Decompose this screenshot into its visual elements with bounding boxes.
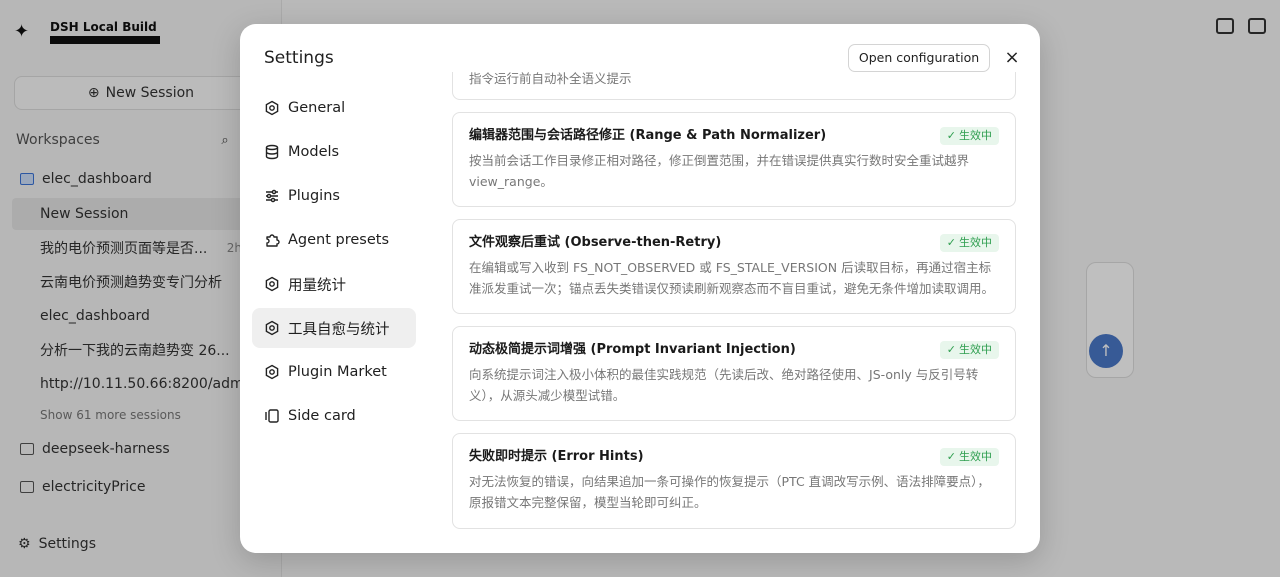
- check-icon: ✓: [946, 129, 956, 142]
- settings-menu-item[interactable]: Plugin Market: [252, 352, 416, 392]
- tool-card: 动态极简提示词增强 (Prompt Invariant Injection) ✓ 生…: [452, 326, 1016, 421]
- menu-item-label: Plugins: [288, 188, 340, 204]
- status-badge: ✓ 生效中: [939, 341, 999, 359]
- settings-menu-item[interactable]: 工具自愈与统计: [252, 308, 416, 348]
- partial-card-desc: 指令运行前自动补全语义提示: [469, 72, 632, 86]
- tool-card-title: 失败即时提示 (Error Hints): [469, 449, 644, 464]
- tool-card-desc: 向系统提示词注入极小体积的最佳实践规范（先读后改、绝对路径使用、JS-only …: [469, 367, 979, 403]
- status-badge: ✓ 生效中: [939, 127, 999, 145]
- tool-card-desc: 对无法恢复的错误，向结果追加一条可操作的恢复提示（PTC 直调改写示例、语法排障…: [469, 474, 990, 510]
- menu-item-label: Side card: [288, 408, 356, 424]
- check-icon: ✓: [946, 343, 956, 356]
- status-badge-label: 生效中: [959, 343, 992, 356]
- tool-card-title: 动态极简提示词增强 (Prompt Invariant Injection): [469, 342, 796, 357]
- settings-menu-item[interactable]: Side card: [252, 396, 416, 436]
- open-config-button[interactable]: Open configuration file: [848, 44, 990, 91]
- puzzle-icon: [264, 232, 280, 248]
- settings-menu-item[interactable]: Models: [252, 132, 416, 172]
- settings-menu-item[interactable]: General: [252, 88, 416, 128]
- settings-menu-item[interactable]: Plugins: [252, 176, 416, 216]
- status-badge-label: 生效中: [959, 236, 992, 249]
- gear-icon: [264, 364, 280, 380]
- status-badge-label: 生效中: [959, 450, 992, 463]
- settings-menu-item[interactable]: Agent presets: [252, 220, 416, 260]
- gear-icon: [264, 320, 280, 336]
- menu-item-label: 用量统计: [288, 277, 346, 294]
- tool-card-title: 编辑器范围与会话路径修正 (Range & Path Normalizer): [469, 128, 827, 143]
- settings-modal: Settings Open configuration file × Gener…: [240, 24, 1040, 553]
- sliders-icon: [264, 188, 280, 204]
- tool-card-desc: 在编辑或写入收到 FS_NOT_OBSERVED 或 FS_STALE_VERS…: [469, 260, 995, 296]
- check-icon: ✓: [946, 236, 956, 249]
- menu-item-label: 工具自愈与统计: [288, 321, 390, 338]
- status-badge: ✓ 生效中: [939, 448, 999, 466]
- menu-item-label: Agent presets: [288, 232, 390, 248]
- tool-card: 失败即时提示 (Error Hints) ✓ 生效中对无法恢复的错误，向结果追加一条…: [452, 433, 1016, 529]
- check-icon: ✓: [946, 450, 956, 463]
- settings-content[interactable]: 指令运行前自动补全语义提示 编辑器范围与会话路径修正 (Range & Path…: [452, 72, 1016, 553]
- gear-icon: [264, 100, 280, 116]
- menu-item-label: Models: [288, 144, 340, 160]
- gear-icon: [264, 276, 280, 292]
- database-icon: [264, 144, 280, 160]
- status-badge-label: 生效中: [959, 129, 992, 142]
- partial-card: 指令运行前自动补全语义提示: [452, 72, 1016, 100]
- tool-card-title: 文件观察后重试 (Observe-then-Retry): [469, 235, 722, 250]
- status-badge: ✓ 生效中: [939, 234, 999, 252]
- tool-card: 编辑器范围与会话路径修正 (Range & Path Normalizer) ✓ 生…: [452, 112, 1016, 207]
- modal-title: Settings: [264, 48, 334, 68]
- menu-item-label: Plugin Market: [288, 364, 387, 380]
- cards-icon: [264, 408, 280, 424]
- menu-item-label: General: [288, 100, 346, 116]
- settings-menu: General Models Plugins Agent presets 用量统计工具自…: [252, 88, 416, 440]
- tool-card: 文件观察后重试 (Observe-then-Retry) ✓ 生效中在编辑或写入收到…: [452, 219, 1016, 314]
- tool-card-desc: 按当前会话工作目录修正相对路径，修正倒置范围，并在错误提供真实行数时安全重试越界…: [469, 153, 970, 189]
- settings-menu-item[interactable]: 用量统计: [252, 264, 416, 304]
- close-icon[interactable]: ×: [1000, 46, 1024, 70]
